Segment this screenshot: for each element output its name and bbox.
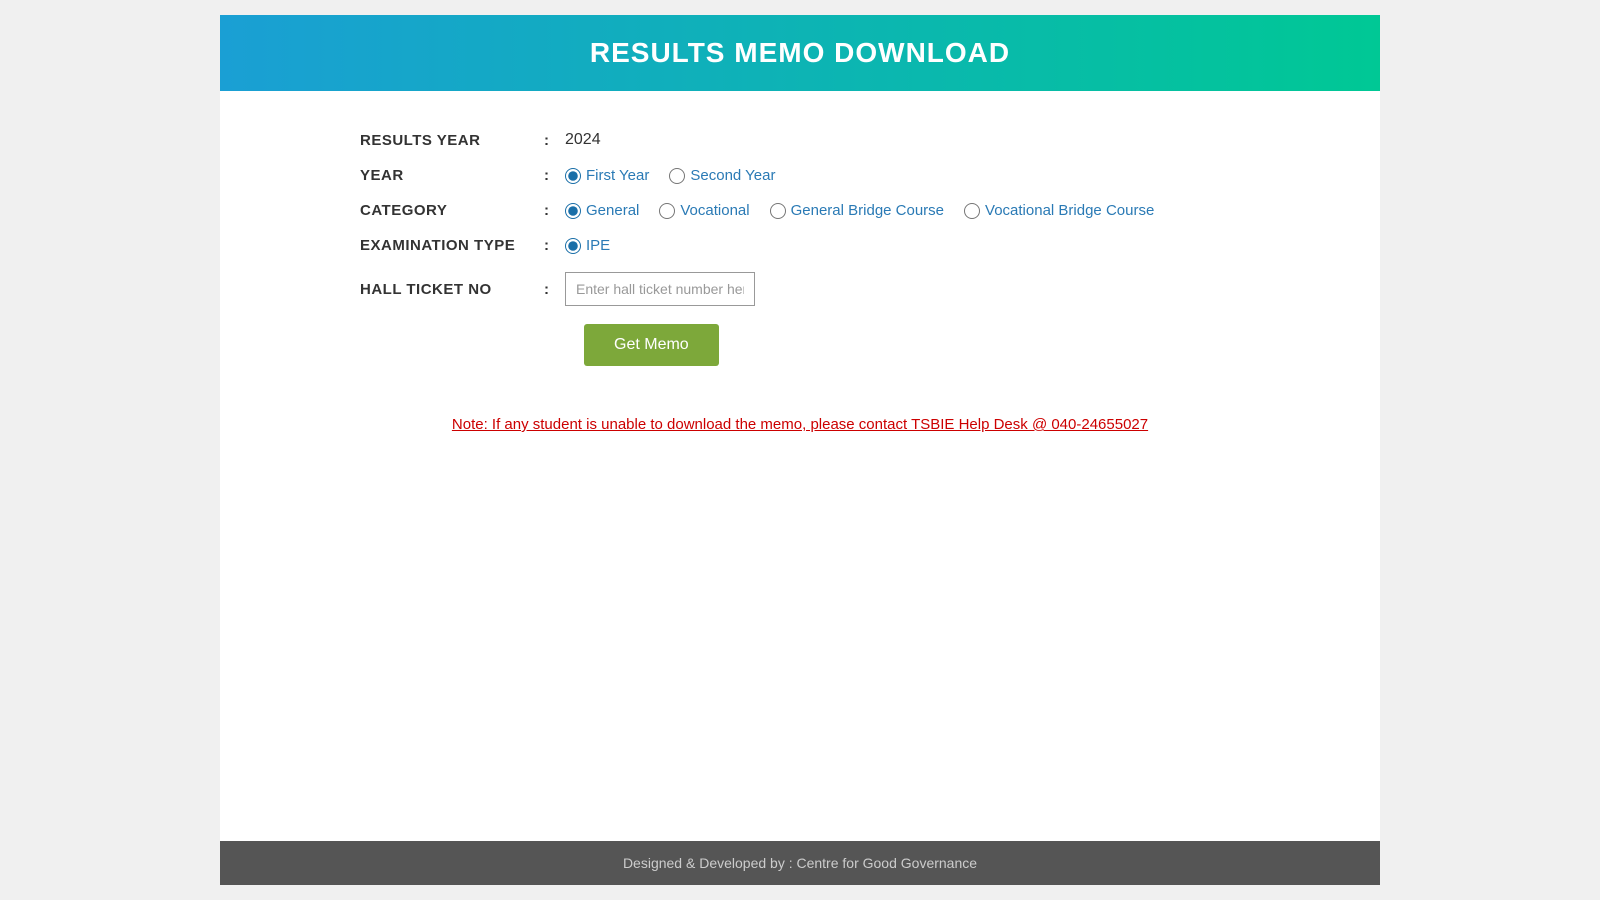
main-content: RESULTS YEAR : 2024 YEAR : First Year Se… (220, 91, 1380, 841)
year-radio-group: First Year Second Year (565, 167, 775, 184)
general-option[interactable]: General (565, 202, 639, 219)
ipe-radio[interactable] (565, 238, 581, 254)
hall-ticket-row: HALL TICKET NO : (360, 272, 1320, 306)
exam-type-row: EXAMINATION TYPE : IPE (360, 237, 1320, 254)
results-year-row: RESULTS YEAR : 2024 (360, 131, 1320, 149)
note-text: Note: If any student is unable to downlo… (452, 416, 1148, 433)
year-colon: : (544, 167, 549, 184)
exam-type-colon: : (544, 237, 549, 254)
results-year-colon: : (544, 132, 549, 149)
vocational-option[interactable]: Vocational (659, 202, 749, 219)
year-row: YEAR : First Year Second Year (360, 167, 1320, 184)
ipe-option[interactable]: IPE (565, 237, 610, 254)
footer: Designed & Developed by : Centre for Goo… (220, 841, 1380, 885)
category-radio-group: General Vocational General Bridge Course… (565, 202, 1154, 219)
second-year-option[interactable]: Second Year (669, 167, 775, 184)
form-section: RESULTS YEAR : 2024 YEAR : First Year Se… (360, 131, 1320, 366)
first-year-radio[interactable] (565, 168, 581, 184)
general-bridge-label[interactable]: General Bridge Course (791, 202, 944, 219)
general-radio[interactable] (565, 203, 581, 219)
hall-ticket-colon: : (544, 281, 549, 298)
note-section: Note: If any student is unable to downlo… (280, 416, 1320, 434)
exam-type-label: EXAMINATION TYPE (360, 237, 540, 254)
hall-ticket-input[interactable] (565, 272, 755, 306)
general-label[interactable]: General (586, 202, 639, 219)
exam-type-radio-group: IPE (565, 237, 610, 254)
vocational-bridge-option[interactable]: Vocational Bridge Course (964, 202, 1154, 219)
ipe-label[interactable]: IPE (586, 237, 610, 254)
second-year-radio[interactable] (669, 168, 685, 184)
results-year-value: 2024 (565, 131, 601, 149)
general-bridge-radio[interactable] (770, 203, 786, 219)
second-year-label[interactable]: Second Year (690, 167, 775, 184)
year-label: YEAR (360, 167, 540, 184)
first-year-label[interactable]: First Year (586, 167, 649, 184)
header-banner: RESULTS MEMO DOWNLOAD (220, 15, 1380, 91)
first-year-option[interactable]: First Year (565, 167, 649, 184)
vocational-radio[interactable] (659, 203, 675, 219)
footer-text: Designed & Developed by : Centre for Goo… (623, 855, 977, 871)
category-row: CATEGORY : General Vocational General Br… (360, 202, 1320, 219)
page-container: RESULTS MEMO DOWNLOAD RESULTS YEAR : 202… (220, 15, 1380, 885)
button-row: Get Memo (540, 324, 1320, 366)
results-year-label: RESULTS YEAR (360, 132, 540, 149)
hall-ticket-label: HALL TICKET NO (360, 281, 540, 298)
get-memo-button[interactable]: Get Memo (584, 324, 719, 366)
category-label: CATEGORY (360, 202, 540, 219)
vocational-label[interactable]: Vocational (680, 202, 749, 219)
page-title: RESULTS MEMO DOWNLOAD (220, 37, 1380, 69)
vocational-bridge-label[interactable]: Vocational Bridge Course (985, 202, 1154, 219)
general-bridge-option[interactable]: General Bridge Course (770, 202, 944, 219)
vocational-bridge-radio[interactable] (964, 203, 980, 219)
category-colon: : (544, 202, 549, 219)
